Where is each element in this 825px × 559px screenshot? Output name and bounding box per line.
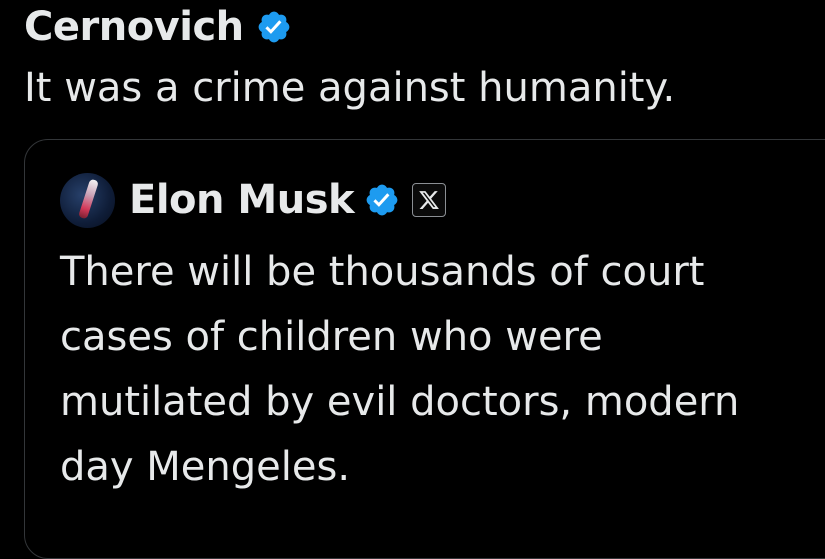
verified-badge-icon	[256, 9, 292, 45]
quoted-post-author-name[interactable]: Elon Musk	[129, 176, 355, 224]
x-logo-icon[interactable]	[412, 183, 447, 217]
avatar[interactable]	[60, 172, 115, 228]
verified-badge-icon	[364, 182, 400, 218]
quoted-post-text: There will be thousands of court cases o…	[60, 240, 820, 500]
post-author-row: Cernovich	[24, 2, 292, 52]
post: Cernovich It was a crime against humanit…	[0, 0, 825, 559]
quoted-post-text-line: mutilated by evil doctors, modern	[60, 379, 740, 425]
post-author-name[interactable]: Cernovich	[24, 3, 244, 51]
quoted-post-text-line: day Mengeles.	[60, 444, 351, 490]
post-text: It was a crime against humanity.	[24, 65, 676, 111]
quoted-post-header: Elon Musk	[60, 172, 447, 228]
quoted-post-text-line: There will be thousands of court	[60, 249, 705, 295]
quoted-post-text-line: cases of children who were	[60, 314, 603, 360]
rocket-avatar	[78, 178, 99, 219]
